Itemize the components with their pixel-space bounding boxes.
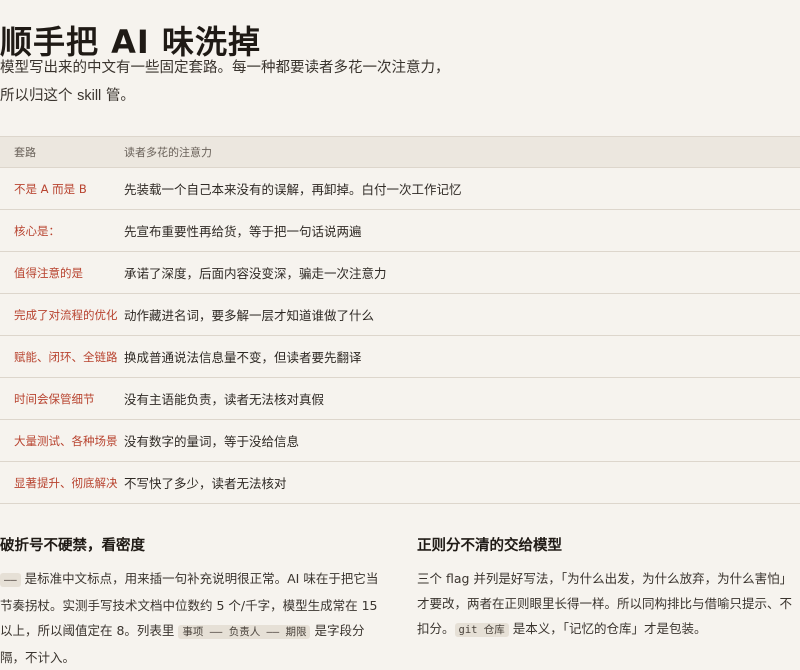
section-dash-density: 破折号不硬禁，看密度 —— 是标准中文标点，用来插一句补充说明很正常。AI 味在… (0, 536, 385, 670)
cost-cell: 动作藏进名词，要多解一层才知道谁做了什么 (124, 308, 375, 323)
cost-cell: 不写快了多少，读者无法核对 (124, 476, 287, 491)
pattern-cell: 时间会保管细节 (14, 391, 95, 406)
cost-cell: 换成普通说法信息量不变，但读者要先翻译 (124, 350, 362, 365)
pattern-cell: 赋能、闭环、全链路 (14, 349, 118, 364)
table-row: 核心是： 先宣布重要性再给货，等于把一句话说两遍 (0, 210, 800, 252)
intro-skill-word: skill (77, 88, 102, 104)
table-row: 显著提升、彻底解决 不写快了多少，读者无法核对 (0, 462, 800, 504)
intro-text-after: 管。 (101, 88, 135, 104)
pattern-table: 套路 读者多花的注意力 不是 A 而是 B 先装载一个自己本来没有的误解，再卸掉… (0, 136, 800, 504)
cost-cell: 先装载一个自己本来没有的误解，再卸掉。白付一次工作记忆 (124, 182, 462, 197)
pattern-cell: 核心是： (14, 223, 60, 238)
table-row: 大量测试、各种场景 没有数字的量词，等于没给信息 (0, 420, 800, 462)
table-row: 不是 A 而是 B 先装载一个自己本来没有的误解，再卸掉。白付一次工作记忆 (0, 168, 800, 210)
section-body: 三个 flag 并列是好写法，「为什么出发，为什么放弃，为什么害怕」才要改，两者… (417, 566, 800, 643)
table-row: 完成了对流程的优化 动作藏进名词，要多解一层才知道谁做了什么 (0, 294, 800, 336)
section-heading: 破折号不硬禁，看密度 (0, 538, 145, 554)
pattern-cell: 值得注意的是 (14, 265, 83, 280)
table-row: 值得注意的是 承诺了深度，后面内容没变深，骗走一次注意力 (0, 252, 800, 294)
section-body: —— 是标准中文标点，用来插一句补充说明很正常。AI 味在于把它当节奏拐杖。实测… (0, 566, 385, 670)
section-heading: 正则分不清的交给模型 (417, 538, 562, 554)
table-header: 套路 读者多花的注意力 (0, 137, 800, 168)
inline-code-dash: —— (0, 573, 21, 587)
cost-cell: 没有主语能负责，读者无法核对真假 (124, 392, 325, 407)
page: 顺手把 AI 味洗掉 模型写出来的中文有一些固定套路。每一种都要读者多花一次注意… (0, 0, 800, 665)
table-row: 赋能、闭环、全链路 换成普通说法信息量不变，但读者要先翻译 (0, 336, 800, 378)
pattern-cell: 显著提升、彻底解决 (14, 475, 118, 490)
pattern-cell: 不是 A 而是 B (14, 181, 87, 196)
pattern-cell: 大量测试、各种场景 (14, 433, 118, 448)
intro-paragraph: 模型写出来的中文有一些固定套路。每一种都要读者多花一次注意力，所以归这个 ski… (0, 54, 460, 110)
table-row: 时间会保管细节 没有主语能负责，读者无法核对真假 (0, 378, 800, 420)
section-text: 是本义，「记忆的仓库」才是包装。 (508, 621, 707, 636)
inline-code-example: 事项 —— 负责人 —— 期限 (178, 625, 311, 639)
inline-code-example: git 仓库 (454, 623, 509, 637)
cost-cell: 承诺了深度，后面内容没变深，骗走一次注意力 (124, 266, 387, 281)
pattern-cell: 完成了对流程的优化 (14, 307, 118, 322)
intro-text-before: 模型写出来的中文有一些固定套路。每一种都要读者多花一次注意力，所以归这个 (0, 60, 450, 104)
header-pattern: 套路 (14, 146, 36, 159)
header-cost: 读者多花的注意力 (124, 146, 212, 159)
section-model-judgement: 正则分不清的交给模型 三个 flag 并列是好写法，「为什么出发，为什么放弃，为… (417, 536, 800, 643)
cost-cell: 没有数字的量词，等于没给信息 (124, 434, 300, 449)
cost-cell: 先宣布重要性再给货，等于把一句话说两遍 (124, 224, 362, 239)
